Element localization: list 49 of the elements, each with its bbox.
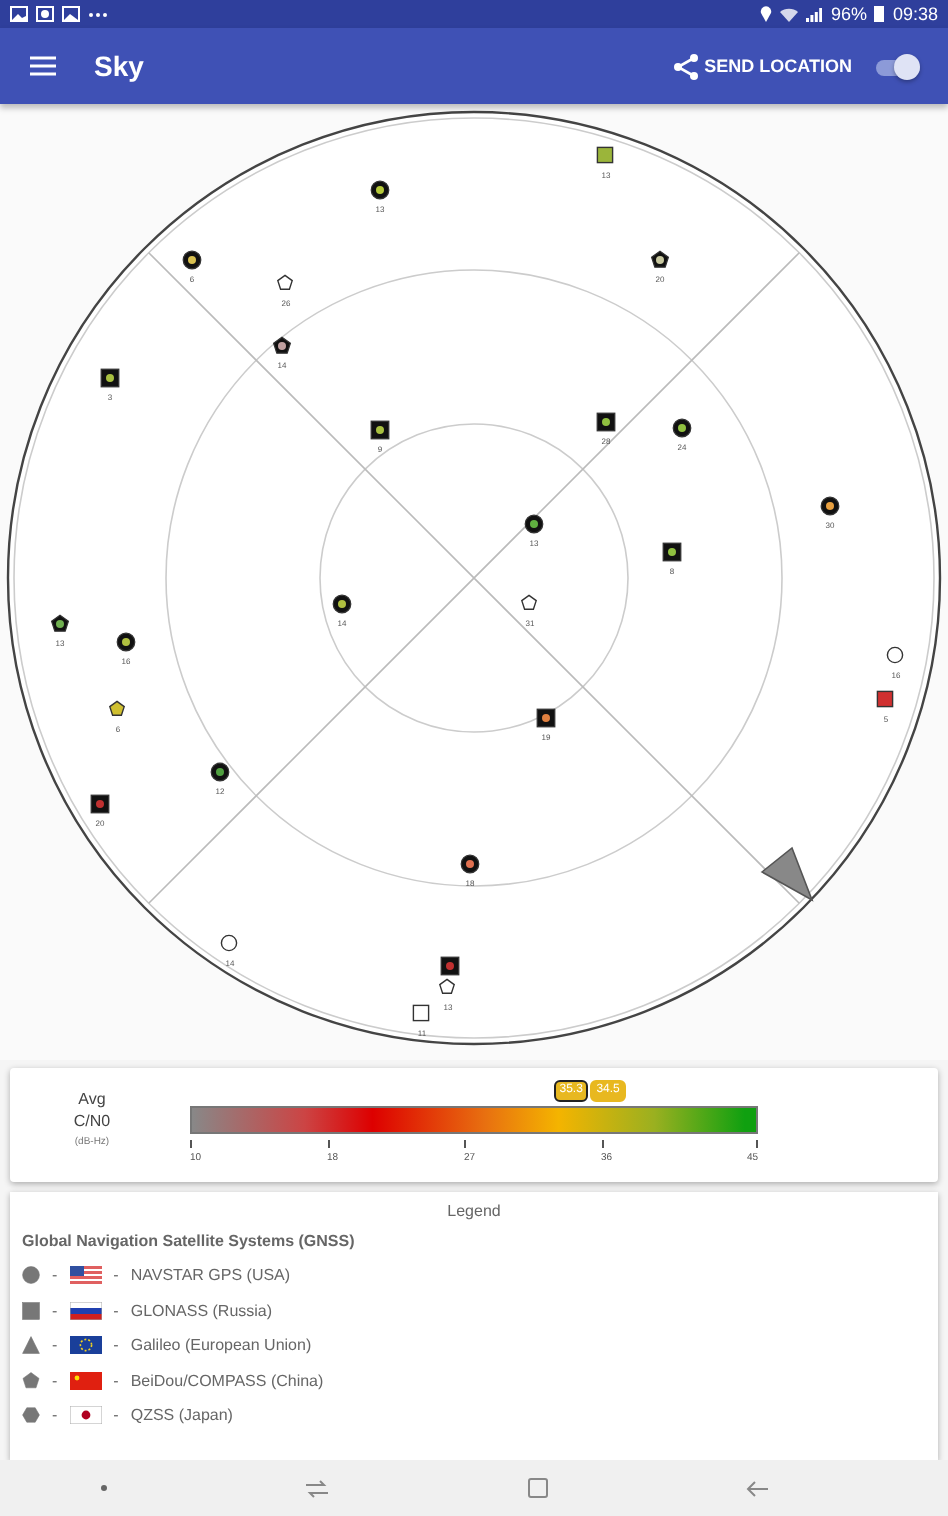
separator: -	[113, 1336, 119, 1355]
separator: -	[113, 1406, 119, 1425]
wifi-icon	[780, 7, 799, 21]
clock: 09:38	[892, 4, 938, 24]
flag-icon	[69, 1336, 102, 1355]
flag-icon	[69, 1301, 102, 1320]
triangle-shape-icon	[22, 1336, 40, 1355]
battery-level: 96%	[830, 4, 867, 24]
image-icon	[62, 6, 80, 22]
pentagon-shape-icon	[22, 1371, 40, 1390]
hexagon-shape-icon	[22, 1406, 40, 1425]
dot-icon[interactable]	[99, 1484, 108, 1492]
send-location-button[interactable]: SEND LOCATION	[674, 53, 852, 79]
separator: -	[52, 1336, 58, 1355]
system-name: QZSS (Japan)	[130, 1406, 233, 1425]
separator: -	[52, 1266, 58, 1285]
meter-label: C/N0	[73, 1110, 111, 1132]
share-icon	[674, 53, 699, 79]
recents-icon[interactable]	[306, 1479, 329, 1497]
toggle-switch[interactable]	[876, 53, 920, 79]
separator: -	[113, 1371, 119, 1390]
system-name: GLONASS (Russia)	[130, 1301, 273, 1320]
gallery-icon	[36, 6, 54, 22]
gallery-icon	[10, 6, 28, 22]
system-name: BeiDou/COMPASS (China)	[130, 1371, 324, 1390]
circle-shape-icon	[22, 1266, 40, 1285]
flag-icon	[69, 1371, 102, 1390]
back-icon[interactable]	[746, 1479, 769, 1497]
signal-icon	[806, 7, 823, 21]
home-icon[interactable]	[527, 1478, 548, 1498]
legend-title: Legend	[445, 1202, 503, 1220]
separator: -	[113, 1301, 119, 1320]
system-name: NAVSTAR GPS (USA)	[130, 1266, 291, 1285]
flag-icon	[69, 1266, 102, 1285]
more-icon	[88, 11, 108, 17]
legend-heading: Global Navigation Satellite Systems (GNSS)	[22, 1232, 357, 1250]
menu-icon[interactable]	[30, 56, 56, 76]
location-icon	[760, 6, 773, 22]
screen-title: Sky	[94, 50, 146, 82]
system-name: Galileo (European Union)	[130, 1336, 312, 1355]
separator: -	[52, 1406, 58, 1425]
heading-triangle-icon	[760, 846, 814, 902]
meter-label: Avg	[78, 1088, 106, 1110]
separator: -	[113, 1266, 119, 1285]
separator: -	[52, 1301, 58, 1320]
battery-icon	[874, 6, 885, 22]
square-shape-icon	[22, 1301, 40, 1320]
separator: -	[52, 1371, 58, 1390]
flag-icon	[69, 1406, 102, 1425]
